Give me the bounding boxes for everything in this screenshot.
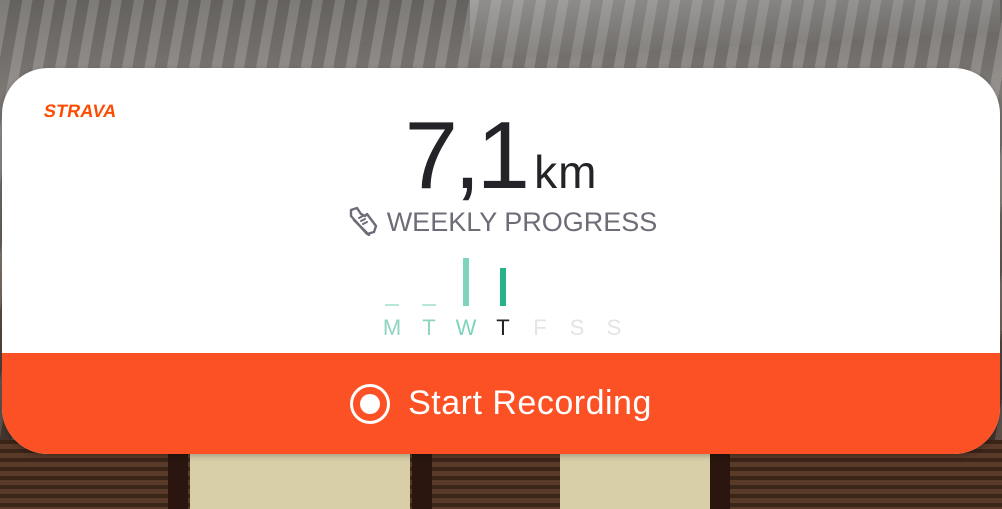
weekday-label: T: [496, 315, 510, 340]
start-recording-button[interactable]: Start Recording: [2, 353, 1000, 454]
activity-bar: [500, 268, 506, 306]
activity-bar: [385, 304, 399, 306]
weekday-label: W: [455, 315, 477, 340]
wallpaper-wall: [190, 445, 410, 509]
progress-label-text: WEEKLY PROGRESS: [386, 207, 658, 237]
running-shoe-icon: [349, 206, 377, 236]
weekly-activity-bars: [374, 246, 634, 306]
start-recording-label: Start Recording: [408, 384, 652, 422]
weekly-progress-label: WEEKLY PROGRESS: [2, 206, 1000, 238]
weekday-label: S: [569, 315, 585, 340]
activity-bar: [422, 304, 436, 306]
distance-value: 7,1: [404, 102, 530, 209]
strava-widget[interactable]: STRAVA 7,1 km WEEKLY PROGRESS MTWTFSS Sta…: [2, 68, 1000, 454]
wallpaper-wall: [560, 445, 710, 509]
weekly-distance: 7,1 km: [2, 108, 1000, 204]
distance-unit: km: [534, 146, 598, 198]
weekday-label: T: [422, 315, 436, 340]
weekday-label: F: [533, 315, 547, 340]
weekday-label: S: [606, 315, 622, 340]
record-icon: [350, 383, 391, 424]
weekday-label: M: [382, 315, 402, 340]
activity-bar: [463, 258, 469, 306]
